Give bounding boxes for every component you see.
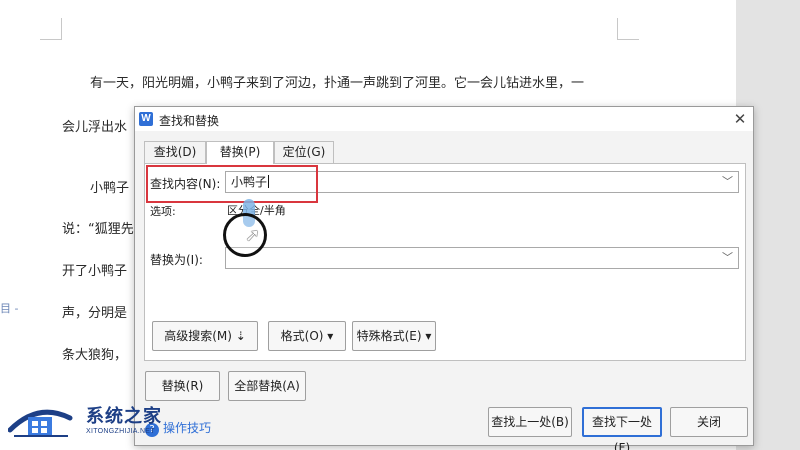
tab-find[interactable]: 查找(D) [144, 141, 206, 163]
format-button[interactable]: 格式(O) ▾ [268, 321, 346, 351]
document-line: 开了小鸭子 [62, 264, 128, 279]
close-button[interactable]: 关闭 [670, 407, 748, 437]
mouse-pointer-icon: ➚ [245, 225, 261, 246]
chevron-down-icon[interactable]: ﹀ [722, 172, 733, 192]
tab-replace[interactable]: 替换(P) [206, 141, 274, 164]
find-previous-button[interactable]: 查找上一处(B) [488, 407, 572, 437]
document-line: 声，分明是 [62, 306, 128, 321]
document-line: 小鸭子 [90, 181, 130, 196]
advanced-search-button[interactable]: 高级搜索(M) ⇣ [152, 321, 258, 351]
dialog-title: 查找和替换 [159, 114, 220, 128]
chevron-down-icon[interactable]: ﹀ [722, 248, 733, 268]
tab-goto[interactable]: 定位(G) [274, 141, 334, 163]
find-next-button[interactable]: 查找下一处(F) [582, 407, 662, 450]
highlight-box [146, 165, 318, 203]
replace-with-label: 替换为(I): [150, 253, 203, 267]
document-line: 说：“狐狸先 [62, 222, 134, 237]
find-replace-dialog: W 查找和替换 ✕ 查找(D) 替换(P) 定位(G) 查找内容(N): 小鸭子… [134, 106, 754, 450]
watermark-title: 系统之家 [86, 406, 162, 427]
close-icon[interactable]: ✕ [729, 109, 751, 129]
watermark-subtitle: XITONGZHIJIA.NET [86, 428, 155, 435]
wps-writer-icon: W [139, 112, 153, 126]
watermark-logo [8, 409, 73, 437]
watermark: 系统之家 XITONGZHIJIA.NET [8, 402, 168, 442]
options-label: 选项: [150, 205, 176, 218]
replace-all-button[interactable]: 全部替换(A) [228, 371, 306, 401]
replace-button[interactable]: 替换(R) [145, 371, 220, 401]
page-corner-marker [40, 18, 62, 40]
document-line: 会儿浮出水 [62, 120, 128, 135]
page-corner-marker [617, 18, 639, 40]
document-line: 有一天，阳光明媚，小鸭子来到了河边，扑通一声跳到了河里。它一会儿钻进水里，一 [90, 76, 585, 91]
tips-label: 操作技巧 [163, 421, 212, 435]
document-line: 条大狼狗， [62, 348, 128, 363]
dialog-titlebar[interactable]: W 查找和替换 ✕ [135, 107, 753, 131]
special-format-button[interactable]: 特殊格式(E) ▾ [352, 321, 436, 351]
replace-with-input[interactable]: ﹀ [225, 247, 739, 269]
page-side-icon[interactable]: 目 - [0, 300, 18, 316]
